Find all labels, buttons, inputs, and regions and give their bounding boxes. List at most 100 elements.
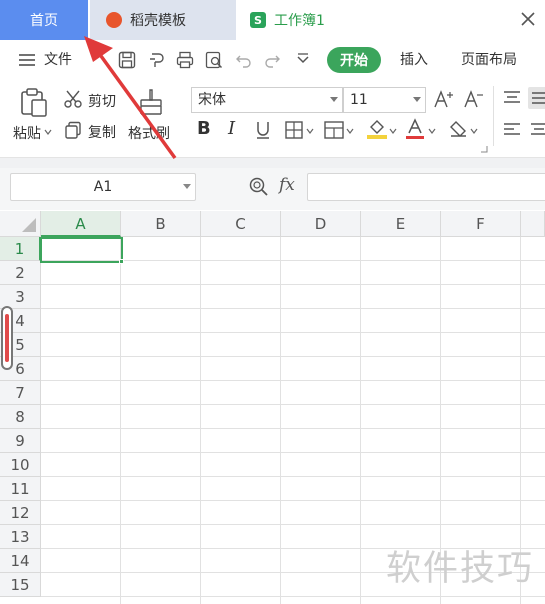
font-size-select[interactable]: 11 [343,87,426,113]
name-box-dropdown-icon[interactable] [183,184,191,190]
column-header-f[interactable]: F [441,211,521,237]
save-icon[interactable] [117,50,137,70]
cut-button[interactable]: 剪切 [88,91,116,111]
clear-dropdown-icon[interactable] [469,126,479,136]
row-header-7[interactable]: 7 [0,381,41,405]
spreadsheet-logo-icon: S [250,12,266,28]
tab-home-label: 首页 [30,13,58,29]
align-middle-icon[interactable] [527,86,545,110]
paste-button[interactable]: 粘贴 [13,123,41,143]
close-icon[interactable] [518,9,538,29]
print-preview-icon[interactable] [204,50,224,70]
tab-home[interactable]: 首页 [0,0,88,40]
row-header-8[interactable]: 8 [0,405,41,429]
row-header-12[interactable]: 12 [0,501,41,525]
formula-input[interactable] [307,173,545,201]
tab-template[interactable]: 稻壳模板 [90,0,236,40]
column-header-e[interactable]: E [361,211,441,237]
undo-icon[interactable] [234,50,254,70]
align-left-icon[interactable] [502,120,522,140]
fill-color-dropdown-icon[interactable] [388,126,398,136]
tab-template-label: 稻壳模板 [130,13,186,29]
name-box[interactable]: A1 [10,173,196,201]
row-gridline [41,476,545,477]
row-gridline [41,596,545,597]
row-gridline [41,452,545,453]
customize-toolbar-icon[interactable] [293,50,313,70]
row-gridline [41,284,545,285]
insert-function-icon[interactable]: fx [279,175,295,195]
row-gridline [41,428,545,429]
tab-workbook[interactable]: S 工作簿1 [238,0,545,40]
watermark: 软件技巧 [386,549,535,589]
borders-dropdown-icon[interactable] [305,126,315,136]
format-painter-button[interactable]: 格式刷 [128,123,170,143]
row-gridline [41,524,545,525]
fill-handle[interactable] [119,259,124,264]
column-header-c[interactable]: C [201,211,281,237]
column-header-overflow [521,211,545,237]
column-header-d[interactable]: D [281,211,361,237]
print-icon[interactable] [175,50,195,70]
docer-logo-icon [106,12,122,28]
clear-format-icon[interactable] [447,118,469,140]
tab-insert[interactable]: 插入 [400,50,428,70]
hamburger-icon[interactable] [18,52,36,68]
ribbon-divider [493,86,494,146]
bold-icon[interactable]: B [197,118,211,139]
zoom-function-icon[interactable] [248,176,270,198]
select-all-corner[interactable] [0,211,41,237]
increase-font-size-icon[interactable] [432,88,454,110]
redo-icon[interactable] [262,50,282,70]
selected-cell-a1[interactable] [40,237,123,263]
underline-icon[interactable] [254,120,272,140]
sheet-scrollbar[interactable] [1,306,13,370]
copy-button[interactable]: 复制 [88,122,116,142]
row-header-2[interactable]: 2 [0,261,41,285]
paste-dropdown-icon[interactable] [43,127,53,137]
column-gridline [360,237,361,604]
row-gridline [41,500,545,501]
row-gridline [41,356,545,357]
align-center-icon[interactable] [529,120,545,140]
tab-start-label: 开始 [340,53,368,69]
column-gridline [200,237,201,604]
tab-workbook-label: 工作簿1 [274,13,325,29]
row-header-10[interactable]: 10 [0,453,41,477]
column-header-a[interactable]: A [41,211,121,237]
cell-reference: A1 [93,179,113,195]
font-dialog-launcher-icon[interactable] [480,145,488,153]
row-header-13[interactable]: 13 [0,525,41,549]
column-gridline [280,237,281,604]
column-gridline [120,237,121,604]
font-size-value: 11 [350,92,368,108]
decrease-font-size-icon[interactable] [462,88,484,110]
font-color-dropdown-icon[interactable] [427,126,437,136]
tab-start[interactable]: 开始 [327,47,381,73]
row-gridline [41,308,545,309]
font-name-select[interactable]: 宋体 [191,87,343,113]
row-gridline [41,404,545,405]
merge-dropdown-icon[interactable] [345,126,355,136]
merge-cells-icon[interactable] [323,120,345,140]
row-header-14[interactable]: 14 [0,549,41,573]
select-all-icon[interactable] [22,218,36,232]
align-top-icon[interactable] [502,88,522,108]
cut-icon[interactable] [63,89,83,109]
paste-icon[interactable] [18,86,50,118]
export-icon[interactable] [147,50,167,70]
menu-file[interactable]: 文件 [44,50,72,70]
format-painter-icon[interactable] [136,86,166,118]
tab-page-layout[interactable]: 页面布局 [461,50,517,70]
row-header-11[interactable]: 11 [0,477,41,501]
row-header-9[interactable]: 9 [0,429,41,453]
scrollbar-thumb[interactable] [5,314,9,362]
row-header-15[interactable]: 15 [0,573,41,597]
borders-icon[interactable] [284,120,304,140]
fill-color-icon[interactable] [365,117,389,141]
font-color-icon[interactable] [404,117,426,141]
italic-icon[interactable]: I [228,118,235,139]
row-header-1[interactable]: 1 [0,237,41,261]
copy-icon[interactable] [63,120,83,140]
column-header-b[interactable]: B [121,211,201,237]
